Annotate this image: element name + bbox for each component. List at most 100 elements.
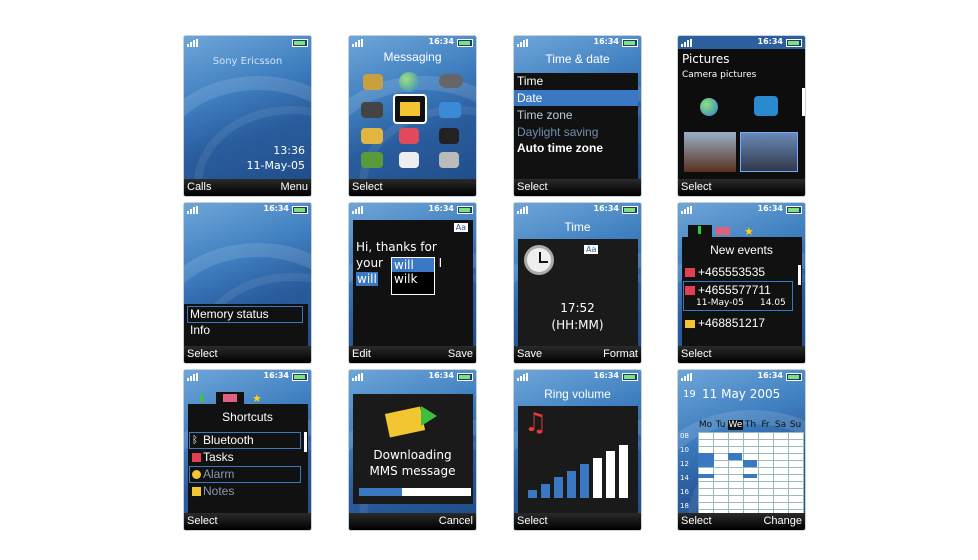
notes-icon[interactable] [399,128,419,144]
pictures-folder-icon[interactable] [754,96,778,116]
shortcut-item-alarm[interactable]: Alarm [203,467,234,481]
battery-icon [622,39,638,47]
select-softkey[interactable]: Select [517,181,548,193]
clock: 16:34 [428,371,454,380]
status-bar: 16:34 [349,370,476,383]
time-format-label: (HH:MM) [551,318,604,332]
tab-events[interactable] [200,394,203,402]
shortcut-icon [223,394,237,402]
menu-item-auto-time-zone[interactable]: Auto time zone [517,141,603,155]
hour-label: 18 [680,502,689,510]
gamepad-icon[interactable] [439,74,463,88]
tab-bar: ★ [194,392,274,405]
time-value-input[interactable]: 17:52 [514,301,641,315]
menu-item-time[interactable]: Time [517,74,543,88]
edit-softkey[interactable]: Edit [352,348,371,360]
select-softkey[interactable]: Select [681,515,712,527]
tab-events[interactable] [688,225,712,237]
save-softkey[interactable]: Save [448,348,473,360]
calendar-event[interactable] [743,474,757,478]
suggestion-item[interactable]: will [392,258,434,272]
status-bar: 16:34 [349,36,476,49]
input-mode-badge: Aa [584,245,599,254]
event-item[interactable]: +468851217 [698,316,765,330]
shortcut-item-notes[interactable]: Notes [203,484,234,498]
volume-slider[interactable] [528,444,632,498]
suggestion-item[interactable]: wilk [392,272,434,286]
select-softkey[interactable]: Select [681,348,712,360]
clock: 16:34 [428,37,454,46]
menu-item-daylight-saving[interactable]: Daylight saving [517,125,598,139]
page-title: New events [710,243,773,257]
star-icon[interactable]: ★ [744,225,754,238]
exclamation-icon [698,226,701,234]
menu-item-time-zone[interactable]: Time zone [517,108,573,122]
volume-bar [528,490,537,498]
volume-bar [606,451,615,498]
format-softkey[interactable]: Format [603,348,638,360]
calendar-grid[interactable] [698,432,804,514]
weekday-label: We [728,420,743,430]
notes-icon [192,487,201,496]
camera-icon[interactable] [361,102,383,118]
envelope-icon[interactable] [393,94,427,124]
select-softkey[interactable]: Select [517,515,548,527]
shortcut-item-tasks[interactable]: Tasks [203,450,234,464]
change-softkey[interactable]: Change [763,515,802,527]
event-time: 14.05 [760,298,786,308]
screen-edit: 16:34 Aa Hi, thanks for your. I will wil… [348,202,477,364]
shortcut-item-bluetooth[interactable]: Bluetooth [203,433,254,447]
clock: 16:34 [263,371,289,380]
screen-memory: 16:34 Memory status Info Select [183,202,312,364]
screen-time: 16:34 Time Aa 17:52 (HH:MM) Save Format [513,202,642,364]
alarm-icon [192,470,201,479]
calls-softkey[interactable]: Calls [187,181,211,193]
calendar-event[interactable] [743,460,757,467]
clock: 16:34 [263,204,289,213]
select-softkey[interactable]: Select [681,181,712,193]
contacts-icon[interactable] [361,152,383,168]
select-softkey[interactable]: Select [187,348,218,360]
status-bar [184,36,311,49]
globe-icon[interactable] [700,98,718,116]
menu-item-info[interactable]: Info [190,323,210,337]
battery-icon [786,206,802,214]
globe-icon[interactable] [399,72,419,92]
menu-item-memory-status[interactable]: Memory status [190,307,269,321]
thumbnail[interactable] [684,132,736,172]
event-date: 11-May-05 [696,298,744,308]
calendar-event[interactable] [728,453,742,460]
phone-icon[interactable] [363,74,383,90]
media-icon[interactable] [439,102,461,118]
calendar-event[interactable] [698,474,714,478]
select-softkey[interactable]: Select [187,515,218,527]
scrollbar[interactable] [304,432,307,452]
cancel-softkey[interactable]: Cancel [439,515,473,527]
hour-labels: 08 10 12 14 16 18 [680,432,696,514]
calendar-event[interactable] [698,453,714,467]
softkey-bar: Select [349,179,476,196]
tab-shortcuts[interactable] [716,227,730,235]
arrow-icon [421,406,437,426]
event-item[interactable]: +465553535 [698,265,765,279]
menu-softkey[interactable]: Menu [280,181,308,193]
event-missed-call-icon [685,286,695,295]
status-bar: 16:34 [678,203,805,216]
save-softkey[interactable]: Save [517,348,542,360]
select-softkey[interactable]: Select [352,181,383,193]
tab-shortcuts[interactable] [216,392,244,404]
scrollbar[interactable] [802,88,805,116]
folder-icon[interactable] [361,128,383,144]
tasks-icon [192,453,201,462]
thumbnail[interactable] [740,132,798,172]
calls-icon[interactable] [399,152,419,168]
signal-icon [352,206,366,214]
radio-icon[interactable] [439,128,459,144]
event-item-selected[interactable]: +4655577711 [698,283,771,297]
settings-icon[interactable] [439,152,459,168]
star-icon[interactable]: ★ [252,392,262,405]
menu-item-date[interactable]: Date [517,91,542,105]
scrollbar[interactable] [798,265,801,285]
progress-bar [359,488,471,496]
screen-time-date: 16:34 Time & date Time Date Time zone Da… [513,35,642,197]
